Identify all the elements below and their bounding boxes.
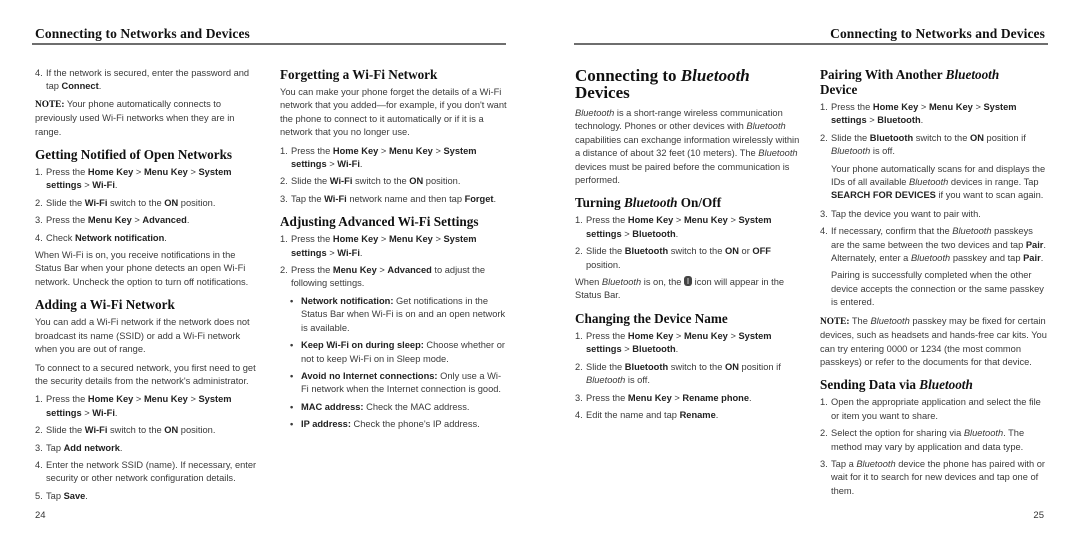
pairing-steps: 1. Press the Home Key > Menu Key > Syste… [820, 101, 1048, 159]
list-item: 3. Tap the device you want to pair with. [820, 208, 981, 219]
chapter-title: Connecting to Bluetooth Devices [575, 66, 750, 102]
left-column-1: 4. If the network is secured, enter the … [35, 67, 263, 507]
paragraph: Pairing is successfully completed when t… [831, 270, 1044, 308]
list-item: 4. If the network is secured, enter the … [35, 68, 250, 92]
paragraph: When Bluetooth is on, the icon will appe… [575, 276, 785, 301]
intro-paragraph: Bluetooth is a short-range wireless comm… [575, 108, 800, 186]
section-title-sending-data: Sending Data via Bluetooth [820, 377, 973, 393]
list-item: 1. Press the Home Key > Menu Key > Syste… [575, 330, 772, 355]
left-column-2: Forgetting a Wi-Fi Network You can make … [280, 59, 508, 436]
running-head-left: Connecting to Networks and Devices [35, 26, 250, 41]
bullet-item: • IP address: Check the phone's IP addres… [290, 419, 480, 430]
paragraph: You can make your phone forget the detai… [280, 87, 507, 138]
list-item: 5. Tap Save. [35, 490, 88, 501]
list-item: 1. Press the Home Key > Menu Key > Syste… [35, 167, 232, 191]
adding-wifi-steps: 1. Press the Home Key > Menu Key > Syste… [35, 393, 263, 503]
section-title-forgetting-wifi: Forgetting a Wi-Fi Network [280, 67, 438, 82]
list-item: 4. Edit the name and tap Rename. [575, 409, 719, 420]
paragraph: Your phone automatically scans for and d… [831, 163, 1046, 201]
section-title-advanced-wifi: Adjusting Advanced Wi-Fi Settings [280, 214, 479, 230]
list-item: 3. Tap the Wi-Fi network name and then t… [280, 193, 497, 204]
paragraph: When Wi-Fi is on, you receive notificati… [35, 250, 249, 287]
right-page: Connecting to Networks and Devices Conne… [540, 0, 1080, 539]
continued-steps: 4. If the network is secured, enter the … [35, 67, 263, 94]
header-rule-left [32, 43, 506, 45]
paragraph: You can add a Wi-Fi network if the netwo… [35, 317, 250, 355]
left-page: Connecting to Networks and Devices 4. If… [0, 0, 540, 539]
right-column-2: Pairing With Another Bluetooth Device 1.… [820, 59, 1048, 502]
bluetooth-status-icon [684, 276, 693, 287]
paragraph: To connect to a secured network, you fir… [35, 362, 256, 386]
open-networks-steps: 1. Press the Home Key > Menu Key > Syste… [35, 166, 263, 245]
section-title-turning-bluetooth: Turning Bluetooth On/Off [575, 195, 722, 211]
page-number-right: 25 [1033, 510, 1044, 521]
list-item: 3. Press the Menu Key > Rename phone. [575, 392, 752, 403]
list-item: 4. Check Network notification. [35, 232, 167, 243]
advanced-settings-bullets: • Network notification: Get notifications… [280, 295, 508, 432]
turning-steps: 1. Press the Home Key > Menu Key > Syste… [575, 214, 803, 272]
list-item: 1. Press the Home Key > Menu Key > Syste… [575, 215, 772, 239]
list-item: 2. Slide the Bluetooth switch to the ON … [820, 132, 1026, 157]
page-number-left: 24 [35, 510, 46, 521]
list-item: 2. Slide the Wi-Fi switch to the ON posi… [35, 197, 216, 208]
device-name-steps: 1. Press the Home Key > Menu Key > Syste… [575, 330, 803, 422]
list-item: 4. Enter the network SSID (name). If nec… [35, 459, 257, 484]
list-item: 1. Press the Home Key > Menu Key > Syste… [280, 234, 477, 258]
note: NOTE: Your phone automatically connects … [35, 98, 235, 137]
pairing-steps-2: 3. Tap the device you want to pair with.… [820, 208, 1048, 266]
list-item: 4. If necessary, confirm that the Blueto… [820, 226, 1047, 264]
section-title-open-networks: Getting Notified of Open Networks [35, 147, 233, 163]
section-title-pairing: Pairing With Another Bluetooth Device [820, 67, 1000, 97]
list-item: 1. Press the Home Key > Menu Key > Syste… [35, 394, 232, 418]
list-item: 1. Press the Home Key > Menu Key > Syste… [280, 145, 477, 170]
bullet-item: • MAC address: Check the MAC address. [290, 401, 470, 412]
list-item: 1. Open the appropriate application and … [820, 397, 1041, 421]
list-item: 2. Press the Menu Key > Advanced to adju… [280, 265, 486, 289]
sending-steps: 1. Open the appropriate application and … [820, 396, 1048, 498]
bullet-item: • Avoid no Internet connections: Only use… [290, 370, 502, 395]
list-item: 2. Slide the Bluetooth switch to the ON … [575, 361, 781, 386]
list-item: 1. Press the Home Key > Menu Key > Syste… [820, 102, 1017, 126]
forget-steps: 1. Press the Home Key > Menu Key > Syste… [280, 145, 508, 207]
note: NOTE: The Bluetooth passkey may be fixed… [820, 315, 1047, 367]
header-rule-right [574, 43, 1048, 45]
list-item: 3. Tap a Bluetooth device the phone has … [820, 458, 1045, 496]
right-column-1: Connecting to Bluetooth Devices Bluetoot… [575, 67, 803, 426]
list-item: 3. Tap Add network. [35, 442, 123, 453]
section-title-adding-wifi: Adding a Wi-Fi Network [35, 297, 175, 313]
list-item: 2. Select the option for sharing via Blu… [820, 428, 1025, 452]
list-item: 2. Slide the Wi-Fi switch to the ON posi… [280, 176, 461, 187]
section-title-device-name: Changing the Device Name [575, 310, 728, 326]
advanced-steps: 1. Press the Home Key > Menu Key > Syste… [280, 233, 508, 291]
list-item: 3. Press the Menu Key > Advanced. [35, 215, 190, 226]
bullet-item: • Network notification: Get notifications… [290, 295, 506, 333]
running-head-right: Connecting to Networks and Devices [830, 26, 1045, 41]
list-item: 2. Slide the Bluetooth switch to the ON … [575, 246, 771, 270]
bullet-item: • Keep Wi-Fi on during sleep: Choose whet… [290, 340, 505, 364]
list-item: 2. Slide the Wi-Fi switch to the ON posi… [35, 425, 216, 436]
